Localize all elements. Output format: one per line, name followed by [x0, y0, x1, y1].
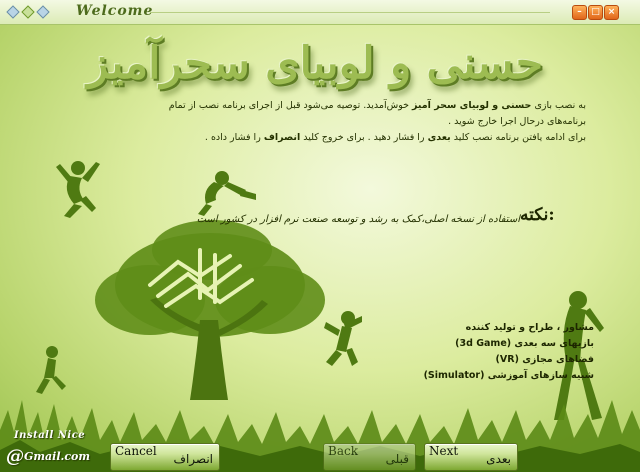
back-label-fa: قبلی	[385, 452, 409, 466]
minimize-icon[interactable]: –	[572, 5, 587, 20]
gmail-label: @Gmail.com	[6, 446, 90, 467]
next-button[interactable]: Next بعدی	[424, 443, 518, 471]
window-title: Welcome	[76, 3, 154, 19]
instruction-text: برای ادامه یافتن برنامه نصب کلید	[453, 132, 586, 143]
cancel-button[interactable]: Cancel انصراف	[110, 443, 220, 471]
next-keyword: بعدی	[427, 132, 451, 143]
diamonds-logo-icon	[6, 5, 50, 19]
cancel-label-en: Cancel	[115, 444, 157, 458]
instruction-text: را فشار دهید . برای خروج کلید	[303, 132, 425, 143]
studio-logo-icon	[148, 248, 254, 308]
back-button[interactable]: Back قبلی	[323, 443, 416, 471]
at-icon: @	[6, 446, 24, 467]
tree-illustration	[95, 220, 325, 400]
back-label-en: Back	[328, 444, 358, 458]
install-nice-label: Install Nice	[14, 430, 86, 441]
game-name-text: حسنی و لوبیای سحر آمیز	[412, 100, 532, 111]
note-title: نکته:	[520, 205, 555, 225]
maximize-icon[interactable]: □	[588, 5, 603, 20]
title-bar[interactable]: Welcome – □ ×	[0, 0, 640, 25]
gmail-text: Gmail.com	[24, 450, 91, 463]
next-label-en: Next	[429, 444, 459, 458]
credits-line: فضاهای مجازی (VR)	[495, 354, 594, 365]
close-icon[interactable]: ×	[604, 5, 619, 20]
instruction-text: را فشار داده .	[204, 132, 261, 143]
installer-window: Welcome – □ × حسنی و لوبیای سحرآمیز به ن…	[0, 0, 640, 472]
credits-line: بازیهای سه بعدی (3d Game)	[455, 338, 594, 349]
grass-decoration	[0, 400, 640, 472]
next-label-fa: بعدی	[486, 452, 511, 466]
instructions-paragraph: برای ادامه یافتن برنامه نصب کلید بعدی را…	[160, 130, 586, 146]
credits-line: مشاور ، طراح و تولید کننده	[465, 322, 594, 333]
game-title: حسنی و لوبیای سحرآمیز	[86, 38, 543, 89]
credits-line: شبیه سازهای آموزشی (Simulator)	[423, 370, 594, 381]
cancel-keyword: انصراف	[263, 132, 301, 143]
note-text: استفاده از نسخه اصلی،کمک به رشد و توسعه …	[196, 214, 520, 225]
intro-paragraph: به نصب بازی حسنی و لوبیای سحر آمیز خوش‌آ…	[150, 98, 586, 130]
cancel-label-fa: انصراف	[173, 452, 213, 466]
title-divider	[150, 12, 550, 13]
intro-text: به نصب بازی	[534, 100, 586, 111]
credits-block: مشاور ، طراح و تولید کننده بازیهای سه بع…	[350, 320, 594, 384]
